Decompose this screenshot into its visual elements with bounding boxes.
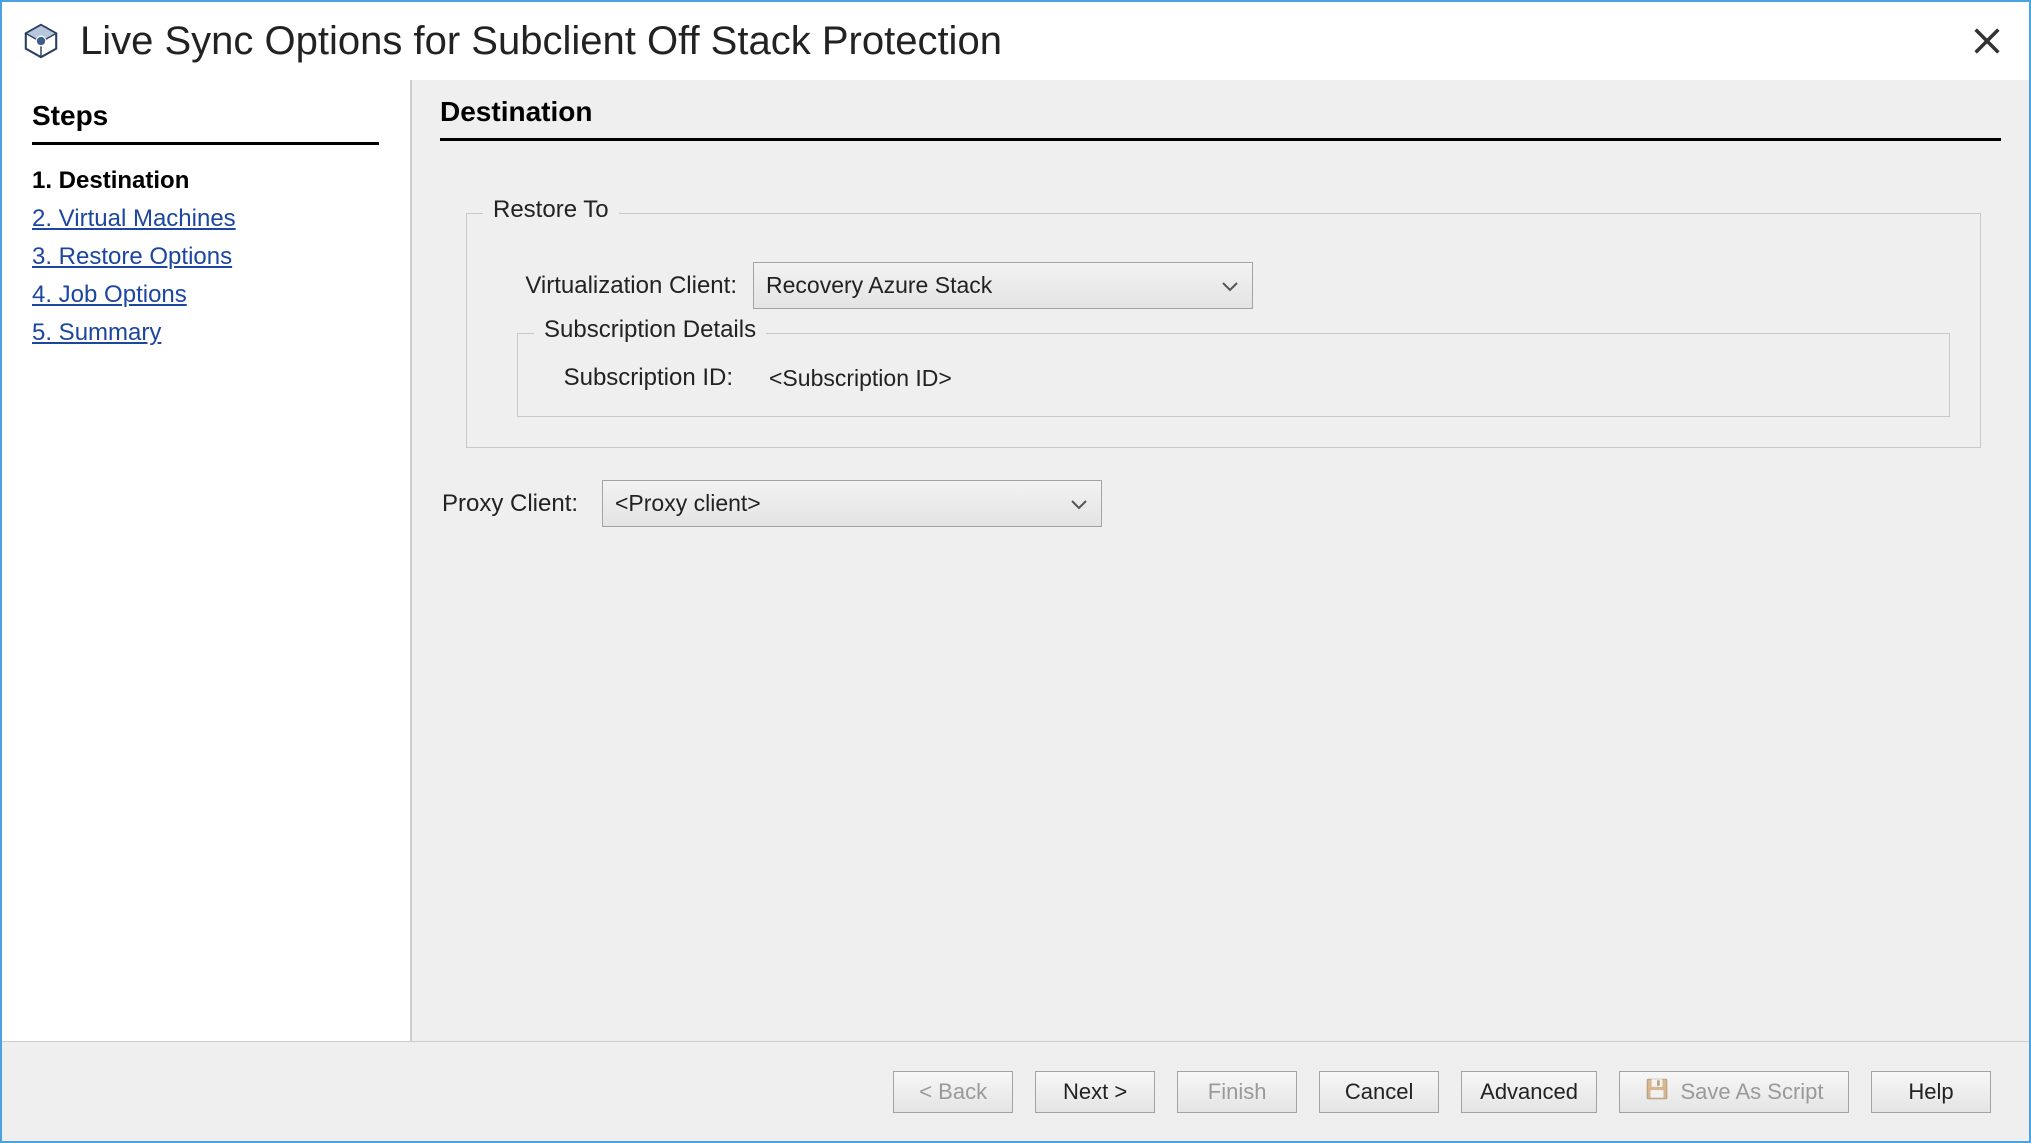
finish-button: Finish bbox=[1177, 1071, 1297, 1113]
chevron-down-icon bbox=[1220, 279, 1240, 293]
step-job-options[interactable]: 4. Job Options bbox=[32, 281, 379, 309]
close-button[interactable] bbox=[1964, 19, 2009, 64]
subscription-id-value: <Subscription ID> bbox=[769, 365, 952, 392]
save-icon bbox=[1644, 1076, 1670, 1108]
dialog-title: Live Sync Options for Subclient Off Stac… bbox=[80, 19, 1964, 64]
save-as-script-label: Save As Script bbox=[1680, 1079, 1823, 1105]
step-restore-options[interactable]: 3. Restore Options bbox=[32, 243, 379, 271]
page-title: Destination bbox=[440, 96, 2001, 141]
virtualization-client-value: Recovery Azure Stack bbox=[766, 272, 992, 299]
cancel-button[interactable]: Cancel bbox=[1319, 1071, 1439, 1113]
sidebar: Steps 1. Destination 2. Virtual Machines… bbox=[2, 80, 410, 1041]
step-summary[interactable]: 5. Summary bbox=[32, 319, 379, 347]
restore-to-legend: Restore To bbox=[483, 196, 619, 224]
help-button[interactable]: Help bbox=[1871, 1071, 1991, 1113]
virtualization-client-label: Virtualization Client: bbox=[517, 272, 737, 300]
virtualization-client-select[interactable]: Recovery Azure Stack bbox=[753, 262, 1253, 309]
dialog-body: Steps 1. Destination 2. Virtual Machines… bbox=[2, 80, 2029, 1041]
proxy-client-value: <Proxy client> bbox=[615, 490, 761, 517]
virtualization-client-row: Virtualization Client: Recovery Azure St… bbox=[517, 262, 1950, 309]
subscription-details-legend: Subscription Details bbox=[534, 316, 766, 344]
titlebar: Live Sync Options for Subclient Off Stac… bbox=[2, 2, 2029, 80]
footer: < Back Next > Finish Cancel Advanced Sav… bbox=[2, 1041, 2029, 1141]
step-list: 1. Destination 2. Virtual Machines 3. Re… bbox=[32, 167, 379, 347]
chevron-down-icon bbox=[1069, 497, 1089, 511]
next-button[interactable]: Next > bbox=[1035, 1071, 1155, 1113]
proxy-client-row: Proxy Client: <Proxy client> bbox=[440, 480, 2001, 527]
main-panel: Destination Restore To Virtualization Cl… bbox=[410, 80, 2029, 1041]
step-virtual-machines[interactable]: 2. Virtual Machines bbox=[32, 205, 379, 233]
restore-to-group: Restore To Virtualization Client: Recove… bbox=[466, 213, 1981, 448]
step-destination[interactable]: 1. Destination bbox=[32, 167, 379, 195]
subscription-id-row: Subscription ID: <Subscription ID> bbox=[558, 364, 1919, 392]
proxy-client-select[interactable]: <Proxy client> bbox=[602, 480, 1102, 527]
save-as-script-button: Save As Script bbox=[1619, 1071, 1849, 1113]
proxy-client-label: Proxy Client: bbox=[442, 490, 602, 518]
app-icon bbox=[22, 22, 60, 60]
subscription-id-label: Subscription ID: bbox=[558, 364, 733, 392]
dialog-window: Live Sync Options for Subclient Off Stac… bbox=[0, 0, 2031, 1143]
back-button: < Back bbox=[893, 1071, 1013, 1113]
steps-header: Steps bbox=[32, 100, 379, 145]
advanced-button[interactable]: Advanced bbox=[1461, 1071, 1597, 1113]
subscription-details-group: Subscription Details Subscription ID: <S… bbox=[517, 333, 1950, 417]
